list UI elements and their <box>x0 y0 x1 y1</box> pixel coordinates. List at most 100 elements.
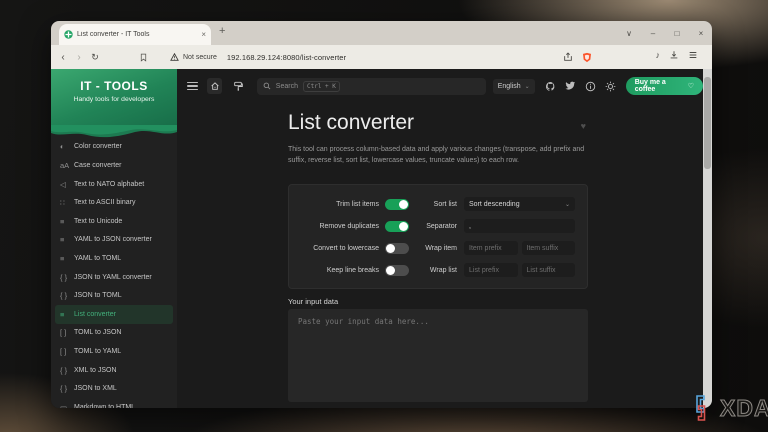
speaker-icon: ◁ <box>60 180 74 189</box>
input-data-textarea[interactable]: Paste your input data here... <box>288 309 588 402</box>
sidebar-item-yaml-to-toml[interactable]: ≡YAML to TOML <box>51 249 177 268</box>
navbar-right <box>563 52 592 63</box>
maximize-button[interactable]: □ <box>672 29 682 38</box>
sidebar-items: ▤Base64 file converter◐Color converteraA… <box>51 119 177 408</box>
sidebar-item-json-to-yaml-converter[interactable]: { }JSON to YAML converter <box>51 268 177 287</box>
toggle-keep-line-breaks[interactable] <box>385 265 409 276</box>
braces-icon: { } <box>60 273 74 282</box>
app-scrollbar[interactable] <box>703 69 712 408</box>
sidebar-item-json-to-xml[interactable]: { }JSON to XML <box>51 379 177 398</box>
sidebar-item-list-converter[interactable]: ≡List converter <box>55 305 173 324</box>
sidebar-item-label: JSON to TOML <box>74 292 122 299</box>
separator-input[interactable]: , <box>464 219 575 233</box>
new-tab-button[interactable]: + <box>219 25 225 37</box>
browser-menu-icon[interactable] <box>688 50 698 60</box>
item-prefix-input[interactable]: Item prefix <box>464 241 518 255</box>
sidebar-item-label: Text to ASCII binary <box>74 199 135 206</box>
field-label: Wrap list <box>417 267 457 274</box>
braces-icon: { } <box>60 291 74 300</box>
field-row-sort-list: Sort listSort descending⌄ <box>417 193 575 215</box>
sidebar-item-text-to-unicode[interactable]: ≡Text to Unicode <box>51 212 177 231</box>
theme-button[interactable] <box>231 78 246 94</box>
brackets-icon: [ ] <box>60 347 74 356</box>
sort-list-select[interactable]: Sort descending⌄ <box>464 197 575 211</box>
toggle-label: Remove duplicates <box>319 223 379 230</box>
browser-tab[interactable]: List converter - IT Tools × <box>59 24 211 45</box>
brave-shield-icon[interactable] <box>582 52 592 63</box>
sidebar-item-yaml-to-json-converter[interactable]: ≡YAML to JSON converter <box>51 231 177 250</box>
sidebar-item-toml-to-json[interactable]: [ ]TOML to JSON <box>51 324 177 343</box>
minimize-button[interactable]: – <box>648 29 658 38</box>
toggle-label: Keep line breaks <box>327 267 379 274</box>
language-select[interactable]: English ⌄ <box>493 79 535 94</box>
twitter-icon[interactable] <box>565 81 576 91</box>
home-icon <box>210 81 220 91</box>
chevron-down-icon: ⌄ <box>565 201 570 208</box>
toggle-row-remove-duplicates: Remove duplicates <box>289 215 409 237</box>
binary-icon: ∷ <box>60 198 74 207</box>
markdown-icon: ▭ <box>60 403 74 408</box>
palette-icon: ◐ <box>60 142 74 151</box>
sidebar: ▤Base64 file converter◐Color converteraA… <box>51 69 177 408</box>
favorite-heart-icon[interactable]: ♥ <box>581 121 586 131</box>
page-title: List converter <box>288 111 414 135</box>
field-label: Separator <box>417 223 457 230</box>
sidebar-item-json-to-toml[interactable]: { }JSON to TOML <box>51 286 177 305</box>
media-icon[interactable]: ♪ <box>656 50 661 60</box>
tool-description: This tool can process column-based data … <box>288 145 588 166</box>
sun-icon[interactable] <box>605 81 616 92</box>
align-icon: ≡ <box>60 235 74 244</box>
share-icon[interactable] <box>563 52 573 62</box>
security-label: Not secure <box>183 54 217 61</box>
forward-icon[interactable]: › <box>71 52 87 63</box>
sidebar-item-label: TOML to JSON <box>74 329 121 336</box>
toggle-trim-list-items[interactable] <box>385 199 409 210</box>
item-suffix-input[interactable]: Item suffix <box>522 241 576 255</box>
options-card: Trim list itemsRemove duplicatesConvert … <box>288 184 588 289</box>
url-text[interactable]: 192.168.29.124:8080/list-converter <box>227 53 346 62</box>
sidebar-item-label: List converter <box>74 311 116 318</box>
input-data-label: Your input data <box>288 297 338 306</box>
toggle-remove-duplicates[interactable] <box>385 221 409 232</box>
sidebar-header: IT - TOOLS Handy tools for developers <box>51 69 177 125</box>
menu-icon[interactable] <box>187 82 198 90</box>
header-wave <box>51 125 177 141</box>
sidebar-item-toml-to-yaml[interactable]: [ ]TOML to YAML <box>51 342 177 361</box>
browser-tabstrip: List converter - IT Tools × + ∨ – □ × <box>51 21 712 45</box>
toggle-convert-to-lowercase[interactable] <box>385 243 409 254</box>
back-icon[interactable]: ‹ <box>55 52 71 63</box>
list-arrow-icon: ≡ <box>60 217 74 226</box>
toggle-row-trim-list-items: Trim list items <box>289 193 409 215</box>
list-prefix-input[interactable]: List prefix <box>464 263 518 277</box>
search-input[interactable]: Search Ctrl + K <box>257 78 486 95</box>
bookmark-icon[interactable] <box>139 53 148 62</box>
search-shortcut: Ctrl + K <box>303 81 340 92</box>
list-suffix-input[interactable]: List suffix <box>522 263 576 277</box>
list-icon: ≡ <box>60 310 74 319</box>
sidebar-item-label: JSON to XML <box>74 385 117 392</box>
field-control: Item prefix Item suffix <box>464 241 575 255</box>
home-button[interactable] <box>207 78 222 94</box>
sidebar-item-label: YAML to TOML <box>74 255 121 262</box>
download-icon[interactable] <box>669 50 679 60</box>
field-label: Wrap item <box>417 245 457 252</box>
reload-icon[interactable]: ↻ <box>87 52 103 63</box>
toggle-label: Trim list items <box>336 201 379 208</box>
sidebar-item-text-to-ascii-binary[interactable]: ∷Text to ASCII binary <box>51 193 177 212</box>
sidebar-item-case-converter[interactable]: aACase converter <box>51 156 177 175</box>
sidebar-item-text-to-nato-alphabet[interactable]: ◁Text to NATO alphabet <box>51 175 177 194</box>
sidebar-item-markdown-to-html[interactable]: ▭Markdown to HTML <box>51 398 177 408</box>
sidebar-item-label: Markdown to HTML <box>74 404 135 408</box>
toggle-row-keep-line-breaks: Keep line breaks <box>289 259 409 281</box>
letter-case-icon: aA <box>60 161 74 170</box>
tab-search-icon[interactable]: ∨ <box>624 29 634 38</box>
field-control: , <box>464 219 575 233</box>
site-info[interactable]: Not secure <box>139 53 217 62</box>
tab-close-icon[interactable]: × <box>201 31 206 39</box>
info-icon[interactable] <box>585 81 596 92</box>
sidebar-item-xml-to-json[interactable]: { }XML to JSON <box>51 361 177 380</box>
close-button[interactable]: × <box>696 29 706 38</box>
github-icon[interactable] <box>545 81 556 92</box>
scrollbar-thumb[interactable] <box>704 77 711 169</box>
buy-coffee-button[interactable]: Buy me a coffee ♡ <box>626 77 703 95</box>
